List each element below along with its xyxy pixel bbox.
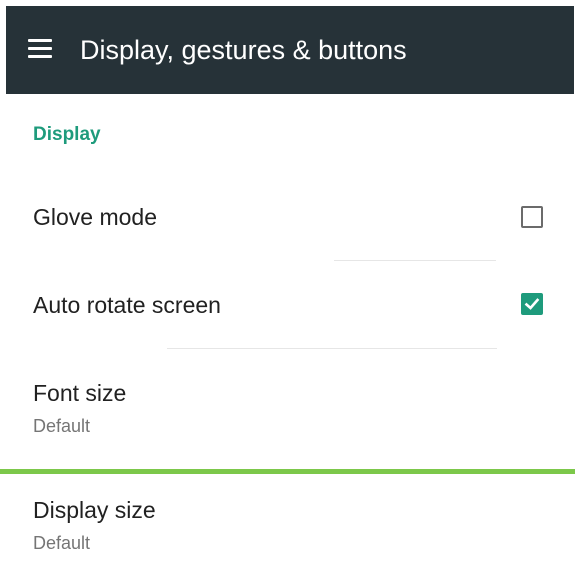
settings-screen: Display, gestures & buttons Display Glov… [0, 0, 575, 571]
setting-font-size[interactable]: Font size Default [0, 360, 575, 468]
divider [334, 260, 496, 261]
setting-summary: Default [33, 533, 91, 553]
selection-highlight-bar [0, 469, 575, 474]
setting-title: Glove mode [33, 204, 158, 230]
divider [167, 348, 497, 349]
setting-title: Auto rotate screen [33, 292, 221, 318]
setting-title: Font size [33, 380, 127, 406]
setting-summary: Default [33, 416, 91, 436]
glove-mode-checkbox[interactable] [521, 206, 543, 228]
hamburger-menu-icon[interactable] [28, 39, 52, 59]
setting-title: Display size [33, 497, 156, 523]
section-header-display: Display [33, 124, 101, 145]
setting-display-size[interactable]: Display size Default [0, 476, 575, 571]
setting-glove-mode[interactable]: Glove mode [0, 186, 575, 260]
auto-rotate-checkbox[interactable] [521, 293, 543, 315]
checkmark-icon [524, 298, 540, 310]
page-title: Display, gestures & buttons [80, 35, 407, 65]
app-toolbar: Display, gestures & buttons [6, 6, 574, 94]
setting-auto-rotate-screen[interactable]: Auto rotate screen [0, 272, 575, 348]
